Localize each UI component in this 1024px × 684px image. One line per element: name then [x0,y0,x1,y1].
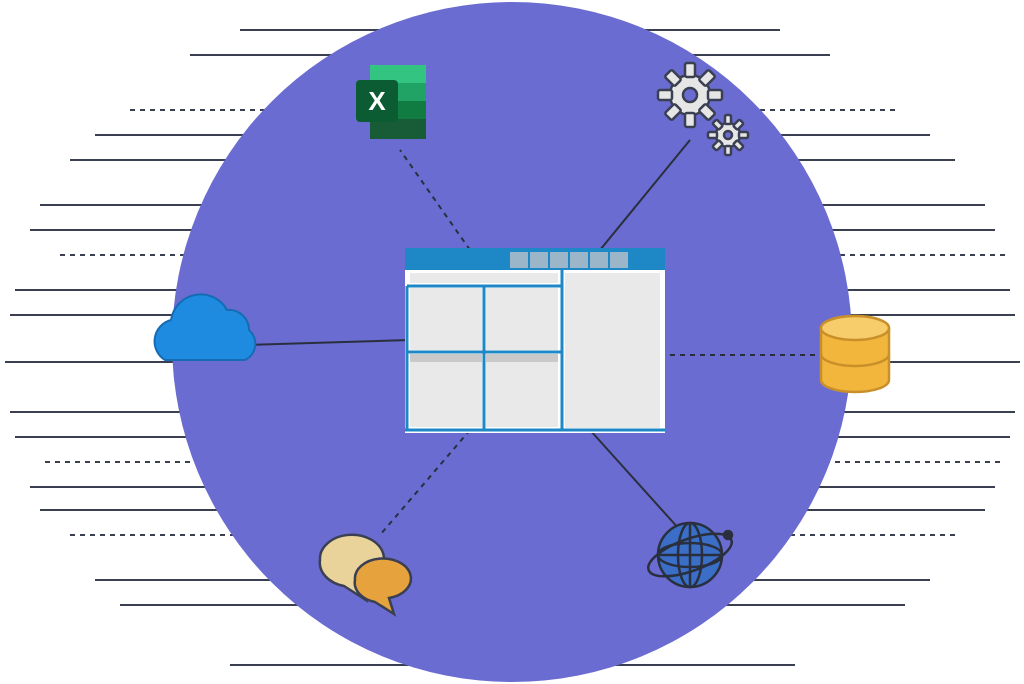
diagram-svg: X [0,0,1024,684]
center-app-window [405,248,665,433]
database-icon [821,316,889,392]
excel-badge-label: X [368,86,386,116]
integration-diagram: X [0,0,1024,684]
node-database [821,316,889,392]
